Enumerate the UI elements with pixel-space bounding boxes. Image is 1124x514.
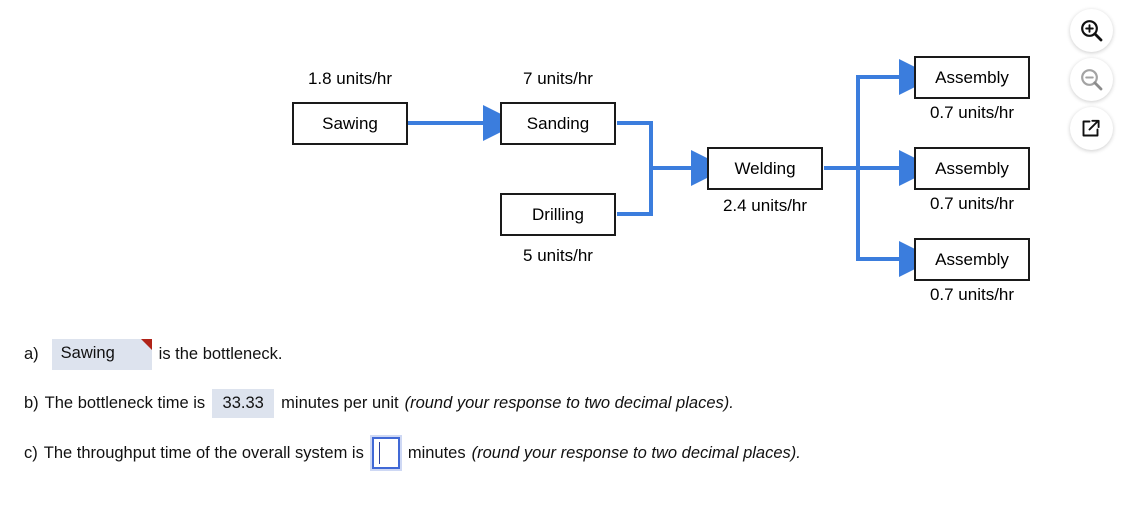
node-sanding-label: Sanding — [526, 114, 590, 133]
question-c-note: (round your response to two decimal plac… — [471, 443, 801, 462]
node-assembly-2-label: Assembly — [935, 159, 1009, 178]
node-assembly-2: Assembly — [914, 147, 1030, 190]
question-b-prefix: b) — [24, 394, 39, 413]
node-sawing-label: Sawing — [322, 114, 378, 133]
zoom-in-button[interactable] — [1070, 9, 1113, 52]
node-welding-label: Welding — [734, 159, 796, 178]
process-flow-diagram: 1.8 units/hr Sawing 7 units/hr Sanding D… — [0, 0, 1124, 320]
zoom-out-button[interactable] — [1070, 58, 1113, 101]
rate-label-assembly-2: 0.7 units/hr — [929, 194, 1015, 213]
rate-label-welding: 2.4 units/hr — [722, 196, 808, 215]
node-assembly-3-label: Assembly — [935, 250, 1009, 269]
rate-label-assembly-3: 0.7 units/hr — [929, 285, 1015, 304]
node-drilling-label: Drilling — [532, 205, 584, 224]
question-b-text-before: The bottleneck time is — [44, 394, 206, 413]
diagram-tool-buttons — [1070, 9, 1113, 150]
answer-field-b-value: 33.33 — [222, 394, 264, 413]
question-c: c) The throughput time of the overall sy… — [24, 431, 1064, 475]
pop-out-button[interactable] — [1070, 107, 1113, 150]
node-welding: Welding — [707, 147, 823, 190]
node-assembly-1-label: Assembly — [935, 68, 1009, 87]
question-c-text-before: The throughput time of the overall syste… — [43, 443, 364, 462]
answer-field-a-value: Sawing — [60, 344, 115, 363]
zoom-in-icon — [1081, 20, 1103, 42]
node-drilling: Drilling — [500, 193, 616, 236]
edge-merge-bracket — [617, 121, 653, 216]
answer-field-a[interactable]: Sawing — [51, 338, 152, 370]
flag-marker-icon — [140, 338, 152, 350]
question-a: a) Sawing is the bottleneck. — [24, 332, 1064, 376]
text-caret — [378, 442, 380, 464]
rate-label-sanding: 7 units/hr — [523, 69, 593, 88]
external-link-icon — [1082, 119, 1100, 137]
question-c-text-after: minutes — [407, 443, 466, 462]
answer-input-c[interactable] — [371, 437, 400, 469]
node-sawing: Sawing — [292, 102, 408, 145]
question-a-text-after: is the bottleneck. — [158, 344, 283, 363]
question-b-note: (round your response to two decimal plac… — [404, 394, 734, 413]
node-assembly-1: Assembly — [914, 56, 1030, 99]
question-block: a) Sawing is the bottleneck. b) The bott… — [24, 332, 1064, 475]
rate-label-sawing: 1.8 units/hr — [307, 69, 393, 88]
question-a-prefix: a) — [24, 344, 39, 363]
question-b: b) The bottleneck time is 33.33 minutes … — [24, 376, 1064, 431]
node-sanding: Sanding — [500, 102, 616, 145]
question-c-prefix: c) — [24, 443, 38, 462]
node-assembly-3: Assembly — [914, 238, 1030, 281]
answer-field-b[interactable]: 33.33 — [212, 389, 275, 418]
rate-label-drilling: 5 units/hr — [523, 246, 593, 265]
zoom-out-icon — [1081, 69, 1103, 91]
question-b-text-after: minutes per unit — [281, 394, 399, 413]
rate-label-assembly-1: 0.7 units/hr — [929, 103, 1015, 122]
